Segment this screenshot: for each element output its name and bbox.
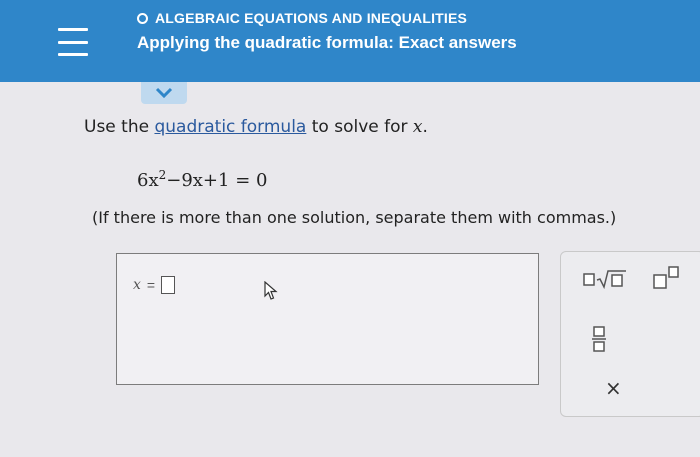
progress-circle-icon: [137, 12, 148, 24]
exponent-icon[interactable]: [653, 266, 681, 290]
page-title: Applying the quadratic formula: Exact an…: [137, 33, 517, 52]
answer-input[interactable]: [161, 276, 176, 294]
prompt-text: Use the: [84, 117, 155, 137]
equation: 6x2−9x+1 = 0: [137, 168, 267, 191]
square-root-icon[interactable]: [583, 268, 627, 290]
top-header: ALGEBRAIC EQUATIONS AND INEQUALITIES App…: [0, 0, 700, 82]
math-toolbar: ×: [560, 251, 700, 417]
prompt-period: .: [422, 117, 428, 137]
instruction-note: (If there is more than one solution, sep…: [92, 208, 617, 227]
topic-row: ALGEBRAIC EQUATIONS AND INEQUALITIES: [137, 10, 467, 26]
fraction-icon[interactable]: [591, 325, 607, 353]
mouse-pointer-icon: [264, 281, 278, 300]
topic-label: ALGEBRAIC EQUATIONS AND INEQUALITIES: [155, 10, 468, 26]
answer-equals: =: [146, 277, 156, 293]
question-prompt: Use the quadratic formula to solve for x…: [84, 117, 428, 137]
answer-row: x =: [133, 276, 176, 294]
answer-area[interactable]: x =: [116, 253, 539, 385]
expand-button[interactable]: [141, 82, 187, 104]
quadratic-formula-link[interactable]: quadratic formula: [154, 117, 306, 137]
prompt-variable: x: [412, 117, 423, 137]
clear-button[interactable]: ×: [605, 376, 622, 400]
equation-rest: −9x+1 = 0: [166, 170, 268, 191]
prompt-text-2: to solve for: [306, 117, 413, 137]
equation-coefficient: 6: [137, 170, 149, 191]
hamburger-menu-icon[interactable]: [58, 28, 88, 56]
answer-variable: x: [133, 277, 141, 293]
equation-variable: x: [148, 170, 159, 191]
chevron-down-icon: [155, 87, 173, 99]
